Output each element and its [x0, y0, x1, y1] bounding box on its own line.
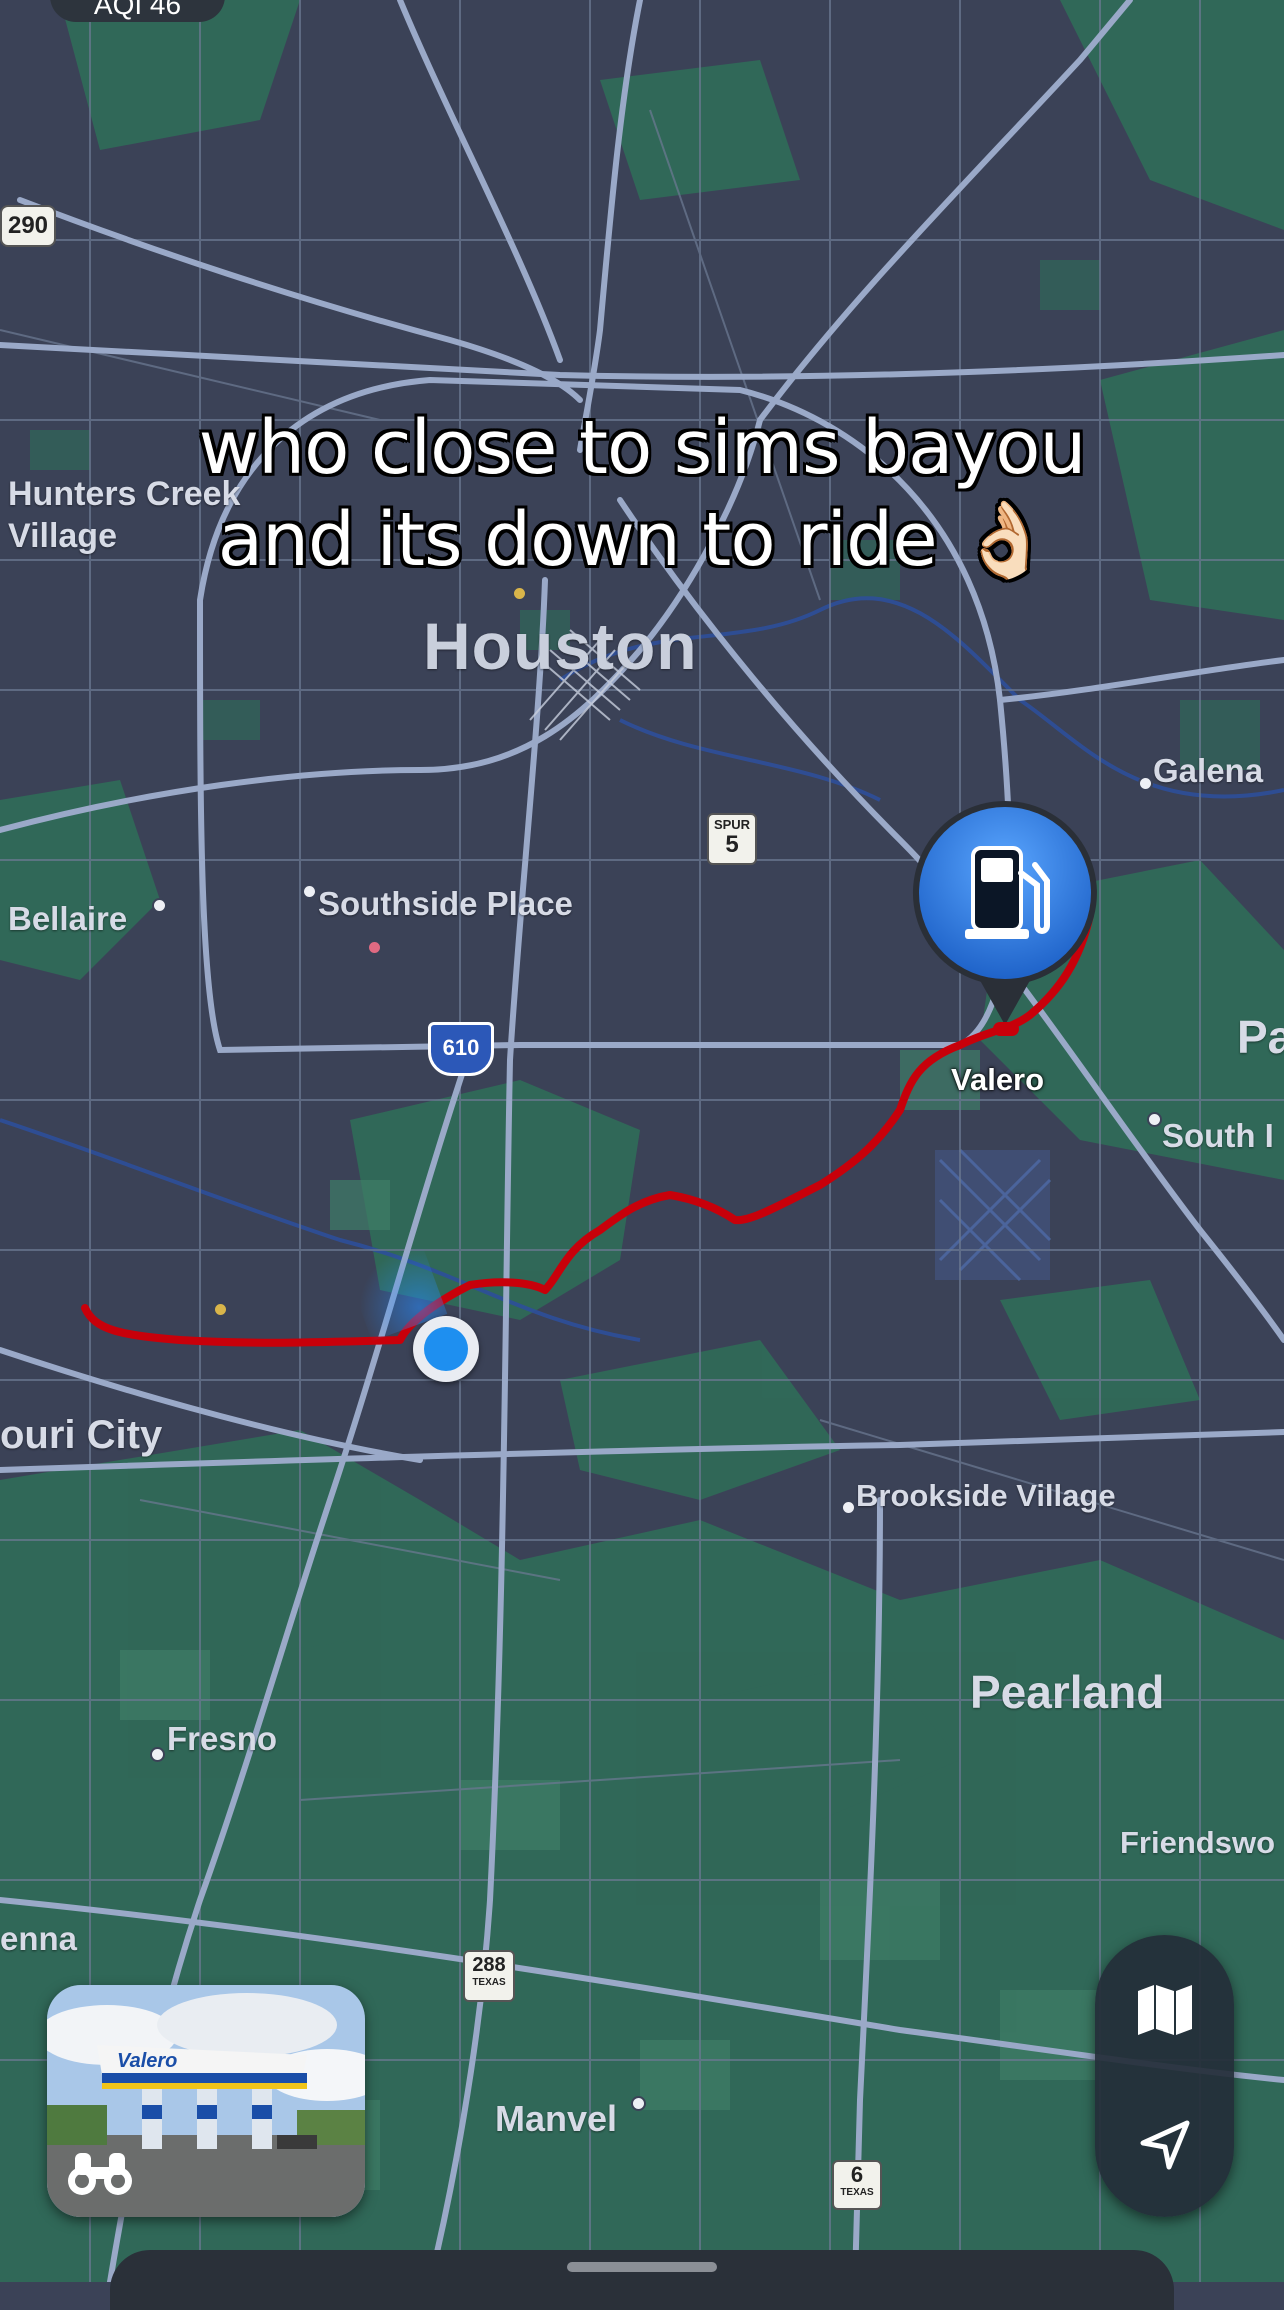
label-friendswood: Friendswo — [1120, 1825, 1275, 1861]
label-southside-place: Southside Place — [318, 885, 573, 923]
shield-number: 5 — [725, 831, 739, 858]
place-name: Brookside Village — [856, 1478, 1116, 1513]
place-name: South I — [1162, 1117, 1274, 1154]
label-manvel: Manvel — [495, 2098, 617, 2140]
place-dot — [152, 898, 167, 913]
shield-state: TEXAS — [840, 2187, 874, 2198]
label-enna: enna — [0, 1920, 77, 1958]
map-mode-button[interactable] — [1095, 1955, 1234, 2065]
current-location-button[interactable] — [1095, 2090, 1234, 2200]
label-south: South I — [1162, 1117, 1274, 1155]
place-name: Galena — [1153, 752, 1264, 789]
label-houston: Houston — [423, 608, 698, 684]
place-dot — [302, 884, 317, 899]
look-around-preview[interactable]: Valero — [47, 1985, 365, 2217]
tx-288-shield: 288 TEXAS — [463, 1950, 515, 2002]
label-pa: Pa — [1237, 1010, 1284, 1064]
place-name: ouri City — [0, 1413, 163, 1457]
caption-text: who close to sims bayou — [198, 405, 1087, 491]
city-name: Houston — [423, 609, 698, 683]
location-arrow-icon — [1140, 2120, 1189, 2170]
aqi-label: AQI 46 — [93, 0, 182, 20]
map-controls — [1095, 1935, 1234, 2217]
poi-dot — [367, 940, 382, 955]
label-galena: Galena — [1153, 752, 1263, 790]
spur-5-shield: SPUR 5 — [707, 813, 757, 865]
place-dot — [150, 1747, 165, 1762]
label-missouri-city: ouri City — [0, 1413, 162, 1458]
place-name: enna — [0, 1920, 78, 1957]
place-name: Pa — [1237, 1011, 1284, 1063]
svg-text:Valero: Valero — [117, 2050, 177, 2072]
aqi-pill: AQI 46 — [50, 0, 225, 22]
label-bellaire: Bellaire — [8, 900, 127, 938]
place-dot — [213, 1302, 228, 1317]
place-name: Friendswo — [1120, 1825, 1276, 1860]
valero-label: Valero — [951, 1062, 1044, 1098]
place-dot — [1147, 1112, 1162, 1127]
user-location-dot[interactable] — [413, 1316, 479, 1382]
us-290-shield: 290 — [0, 205, 56, 247]
caption-line-2: and its down to ride 👌🏻 — [0, 497, 1276, 583]
place-name: Fresno — [167, 1720, 278, 1757]
fuel-pump-icon — [912, 801, 1097, 1025]
shield-number: 610 — [442, 1035, 480, 1060]
caption-line-1: who close to sims bayou — [0, 405, 1284, 491]
shield-number: 6 — [850, 2162, 864, 2187]
shield-number: 288 — [472, 1954, 506, 1976]
map-icon — [1137, 1985, 1192, 2035]
place-name: Bellaire — [8, 900, 128, 937]
shield-number: 290 — [7, 212, 49, 239]
place-dot — [631, 2096, 646, 2111]
map-canvas[interactable] — [0, 0, 1284, 2282]
label-fresno: Fresno — [167, 1720, 277, 1758]
place-dot — [1138, 776, 1153, 791]
bottom-sheet[interactable] — [110, 2250, 1174, 2310]
tx-6-shield: 6 TEXAS — [832, 2160, 882, 2210]
place-name: Southside Place — [318, 885, 573, 922]
caption-text: and its down to ride 👌🏻 — [217, 497, 1052, 583]
route-endpoint — [993, 1022, 1019, 1036]
valero-pin[interactable] — [905, 793, 1105, 1028]
label-pearland: Pearland — [970, 1665, 1164, 1719]
place-dot — [841, 1500, 856, 1515]
i-610-shield: 610 — [428, 1022, 494, 1076]
sheet-grabber[interactable] — [567, 2262, 717, 2272]
shield-state: TEXAS — [472, 1977, 506, 1988]
binoculars-icon[interactable] — [65, 2143, 135, 2199]
place-dot — [512, 586, 527, 601]
poi-name: Valero — [951, 1062, 1045, 1097]
label-brookside-village: Brookside Village — [856, 1478, 1116, 1514]
place-name: Pearland — [970, 1666, 1165, 1718]
place-name: Manvel — [495, 2098, 618, 2139]
